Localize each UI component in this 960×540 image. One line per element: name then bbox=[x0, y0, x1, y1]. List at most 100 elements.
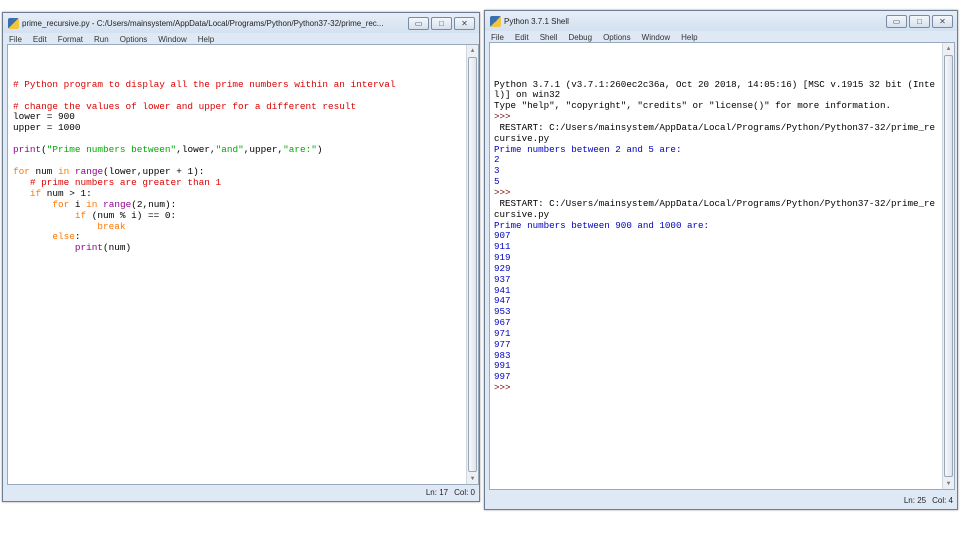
code-token: for bbox=[52, 198, 70, 210]
code-token: in bbox=[86, 198, 98, 210]
shell-line: 941 bbox=[494, 284, 511, 296]
scroll-down-icon[interactable]: ▼ bbox=[943, 478, 954, 489]
shell-line: Prime numbers between 900 and 1000 are: bbox=[494, 219, 710, 231]
code-token: (num % i) == 0: bbox=[86, 209, 177, 221]
minimize-button[interactable]: ▭ bbox=[408, 16, 429, 30]
scrollbar-thumb[interactable] bbox=[468, 57, 477, 472]
code-token: ,upper, bbox=[243, 144, 284, 156]
editor-scrollbar[interactable]: ▲ ▼ bbox=[466, 45, 478, 484]
menu-run[interactable]: Run bbox=[94, 35, 109, 44]
code-token: "are:" bbox=[283, 144, 317, 156]
code-token: range bbox=[103, 198, 132, 210]
shell-line: 5 bbox=[494, 176, 500, 188]
shell-line: 907 bbox=[494, 230, 511, 242]
code-line: print("Prime numbers between",lower,"and… bbox=[13, 144, 478, 156]
menu-options[interactable]: Options bbox=[120, 35, 148, 44]
menu-window[interactable]: Window bbox=[642, 33, 670, 42]
menu-edit[interactable]: Edit bbox=[33, 35, 47, 44]
code-line: lower = 900 bbox=[13, 111, 478, 123]
shell-line: 2 bbox=[494, 154, 500, 166]
code-token: ) bbox=[316, 144, 323, 156]
menu-options[interactable]: Options bbox=[603, 33, 631, 42]
line-indicator: Ln: 25 bbox=[903, 496, 927, 505]
shell-line: 977 bbox=[494, 338, 511, 350]
menu-window[interactable]: Window bbox=[158, 35, 186, 44]
scroll-up-icon[interactable]: ▲ bbox=[943, 43, 954, 54]
code-token: : bbox=[74, 231, 81, 243]
code-token: (lower,upper + 1): bbox=[103, 165, 205, 177]
code-token: # prime numbers are greater than 1 bbox=[13, 176, 222, 188]
col-indicator: Col: 4 bbox=[932, 496, 953, 505]
code-line: print(num) bbox=[13, 242, 478, 254]
menu-file[interactable]: File bbox=[9, 35, 22, 44]
shell-line: 911 bbox=[494, 241, 511, 253]
shell-status-bar: Ln: 25 Col: 4 bbox=[485, 493, 957, 509]
code-token: ,lower, bbox=[176, 144, 216, 156]
code-token: num bbox=[29, 165, 59, 177]
code-token: num > 1: bbox=[41, 187, 92, 199]
code-token: break bbox=[97, 220, 126, 232]
code-token: # change the values of lower and upper f… bbox=[13, 100, 357, 112]
menu-format[interactable]: Format bbox=[58, 35, 83, 44]
col-indicator: Col: 0 bbox=[454, 488, 475, 497]
shell-line: 983 bbox=[494, 349, 511, 361]
shell-line: 967 bbox=[494, 317, 511, 329]
code-token: if bbox=[29, 187, 42, 199]
python-idle-icon bbox=[490, 15, 501, 27]
code-token: range bbox=[74, 165, 104, 177]
menu-shell[interactable]: Shell bbox=[540, 33, 558, 42]
close-button[interactable]: ✕ bbox=[454, 16, 475, 30]
menu-file[interactable]: File bbox=[491, 33, 504, 42]
editor-title: prime_recursive.py - C:/Users/mainsystem… bbox=[22, 18, 384, 28]
scroll-up-icon[interactable]: ▲ bbox=[467, 45, 478, 56]
code-token: for bbox=[13, 165, 30, 177]
scroll-down-icon[interactable]: ▼ bbox=[467, 473, 478, 484]
shell-line: RESTART: C:/Users/mainsystem/AppData/Loc… bbox=[494, 197, 936, 209]
line-indicator: Ln: 17 bbox=[425, 488, 449, 497]
shell-window: Python 3.7.1 Shell ▭ □ ✕ File Edit Shell De… bbox=[484, 10, 958, 510]
shell-line: Type "help", "copyright", "credits" or "… bbox=[494, 100, 891, 112]
maximize-button[interactable]: □ bbox=[431, 16, 452, 30]
code-token: print bbox=[74, 242, 104, 254]
code-token: if bbox=[74, 209, 87, 221]
close-button[interactable]: ✕ bbox=[932, 14, 953, 28]
shell-line: 991 bbox=[494, 360, 511, 372]
code-token: upper = 1000 bbox=[13, 122, 81, 134]
shell-line: Python 3.7.1 (v3.7.1:260ec2c36a, Oct 20 … bbox=[494, 78, 936, 90]
maximize-button[interactable]: □ bbox=[909, 14, 930, 28]
shell-title-bar[interactable]: Python 3.7.1 Shell ▭ □ ✕ bbox=[485, 11, 957, 31]
code-token: (num) bbox=[103, 242, 132, 254]
shell-prompt: >>> bbox=[494, 382, 517, 394]
code-line: upper = 1000 bbox=[13, 122, 478, 134]
code-token: "Prime numbers between" bbox=[46, 144, 177, 156]
shell-line: 937 bbox=[494, 273, 511, 285]
minimize-button[interactable]: ▭ bbox=[886, 14, 907, 28]
code-line: # change the values of lower and upper f… bbox=[13, 100, 478, 113]
editor-status-bar: Ln: 17 Col: 0 bbox=[3, 485, 479, 501]
menu-help[interactable]: Help bbox=[681, 33, 697, 42]
shell-line: Prime numbers between 2 and 5 are: bbox=[494, 143, 682, 155]
menu-edit[interactable]: Edit bbox=[515, 33, 529, 42]
code-token: # Python program to display all the prim… bbox=[13, 78, 396, 90]
shell-scrollbar[interactable]: ▲ ▼ bbox=[942, 43, 954, 489]
shell-line: 929 bbox=[494, 262, 511, 274]
shell-line: cursive.py bbox=[494, 132, 550, 144]
code-editor[interactable]: ▲ ▼ # Python program to display all the p… bbox=[7, 44, 479, 485]
shell-output[interactable]: ▲ ▼ Python 3.7.1 (v3.7.1:260ec2c36a, Oct … bbox=[489, 42, 955, 490]
editor-title-bar[interactable]: prime_recursive.py - C:/Users/mainsystem… bbox=[3, 13, 479, 33]
shell-line: 997 bbox=[494, 371, 511, 383]
menu-help[interactable]: Help bbox=[198, 35, 214, 44]
shell-line: 919 bbox=[494, 252, 511, 264]
python-idle-icon bbox=[8, 17, 19, 29]
code-line: break bbox=[13, 220, 478, 233]
shell-line: 953 bbox=[494, 306, 511, 318]
scrollbar-thumb[interactable] bbox=[944, 55, 953, 477]
code-token: (2,num): bbox=[131, 198, 177, 210]
code-line: # Python program to display all the prim… bbox=[13, 78, 478, 91]
menu-debug[interactable]: Debug bbox=[568, 33, 592, 42]
